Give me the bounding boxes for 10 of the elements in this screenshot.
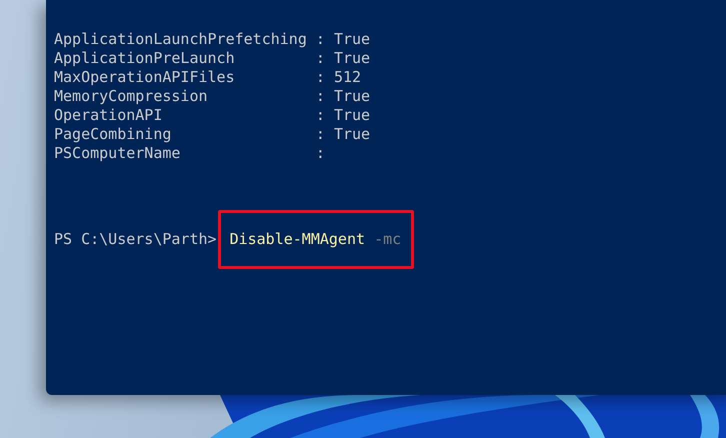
output-line: PSComputerName :: [54, 144, 326, 163]
output-line: ApplicationLaunchPrefetching : True: [54, 30, 372, 49]
output-line: PageCombining : True: [54, 125, 372, 144]
output-line: OperationAPI : True: [54, 106, 372, 125]
output-line: MemoryCompression : True: [54, 87, 372, 106]
output-line: MaxOperationAPIFiles : 512: [54, 68, 362, 87]
parameter-text: -mc: [374, 230, 402, 248]
prompt-text: PS C:\Users\Parth>: [54, 230, 217, 249]
output-line: ApplicationPreLaunch : True: [54, 49, 372, 68]
command-text: Disable-MMAgent: [230, 230, 366, 248]
